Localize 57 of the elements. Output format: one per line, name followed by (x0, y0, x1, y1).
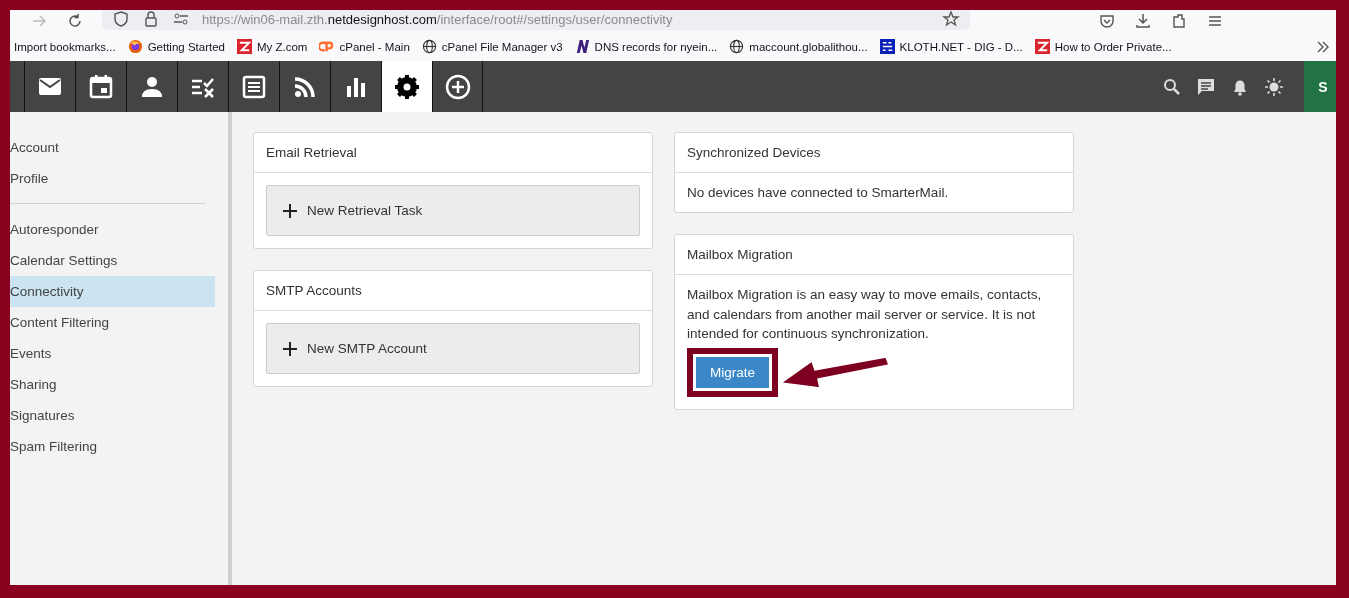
card-text: Mailbox Migration is an easy way to move emails, contacts, and calendars from another mail server or service. It is not intended for continuous synchronization. (687, 286, 1043, 343)
sun-icon[interactable] (1264, 76, 1284, 97)
star-icon[interactable] (942, 10, 960, 28)
bookmark-link[interactable]: cPanel - Main (339, 40, 410, 53)
plus-icon (283, 341, 297, 356)
z-logo-icon (237, 39, 252, 54)
add-button[interactable]: New SMTP Account (266, 323, 640, 374)
firefox-icon (127, 39, 143, 54)
permissions-icon (172, 10, 190, 28)
square-logo-icon (879, 39, 895, 54)
sidebar-item[interactable]: Connectivity (10, 276, 215, 307)
address-bar[interactable]: https://win06-mail.zth.netdesignhost.com/interface/root#/settings/user/connectivity (102, 10, 970, 30)
extensions-icon[interactable] (1170, 12, 1188, 30)
n-logo-icon (574, 39, 590, 54)
bookmark-link[interactable]: DNS records for nyein... (594, 40, 718, 53)
bookmark-link[interactable]: How to Order Private... (1054, 40, 1172, 53)
globe-icon (729, 39, 745, 54)
search-icon[interactable] (1162, 76, 1182, 97)
card-title: SMTP Accounts (254, 271, 652, 311)
bookmark-link[interactable]: Import bookmarks... (14, 40, 116, 53)
settings-icon (393, 72, 421, 101)
bookmark-link[interactable]: cPanel File Manager v3 (441, 40, 563, 53)
sidebar-item[interactable]: Spam Filtering (10, 431, 215, 462)
user-avatar[interactable]: S (1304, 61, 1336, 112)
sidebar-item[interactable]: Signatures (10, 400, 215, 431)
shield-icon (112, 10, 130, 28)
sidebar-item[interactable]: Account (10, 132, 215, 163)
bookmark-link[interactable]: My Z.com (257, 40, 308, 53)
card-text: No devices have connected to SmarterMail. (687, 185, 950, 200)
bookmark-link[interactable]: Getting Started (147, 40, 225, 53)
reload-icon[interactable] (66, 12, 84, 30)
plus-icon (283, 203, 297, 218)
pocket-icon[interactable] (1098, 12, 1116, 30)
sidebar-item[interactable]: Profile (10, 163, 215, 194)
sidebar-item[interactable]: Sharing (10, 369, 215, 400)
globe-icon (421, 39, 437, 54)
nav-tab[interactable] (381, 61, 432, 112)
card-title: Synchronized Devices (675, 133, 1073, 173)
calendar-icon (87, 72, 115, 101)
sidebar-item[interactable]: Content Filtering (10, 307, 215, 338)
plus-circle-icon (443, 72, 472, 101)
cpanel-icon (319, 39, 335, 54)
lock-icon (142, 10, 160, 28)
bookmark-link[interactable]: maccount.globalithou... (749, 40, 868, 53)
chat-icon[interactable] (1196, 76, 1216, 97)
download-icon[interactable] (1134, 12, 1152, 30)
migrate-button[interactable]: Migrate (696, 356, 769, 388)
add-button[interactable]: New Retrieval Task (266, 185, 640, 236)
card-title: Email Retrieval (254, 133, 652, 173)
nav-tab[interactable] (432, 61, 483, 112)
z-logo-icon (1034, 39, 1050, 54)
sidebar-item[interactable]: Calendar Settings (10, 245, 215, 276)
card-title: Mailbox Migration (675, 235, 1073, 275)
sidebar-item[interactable]: Events (10, 338, 215, 369)
url-text: https://win06-mail.zth.netdesignhost.com/interface/root#/settings/user/connectivity (202, 11, 673, 27)
bookmark-link[interactable]: KLOTH.NET - DIG - D... (899, 40, 1023, 53)
sidebar-item[interactable]: Autoresponder (10, 214, 215, 245)
